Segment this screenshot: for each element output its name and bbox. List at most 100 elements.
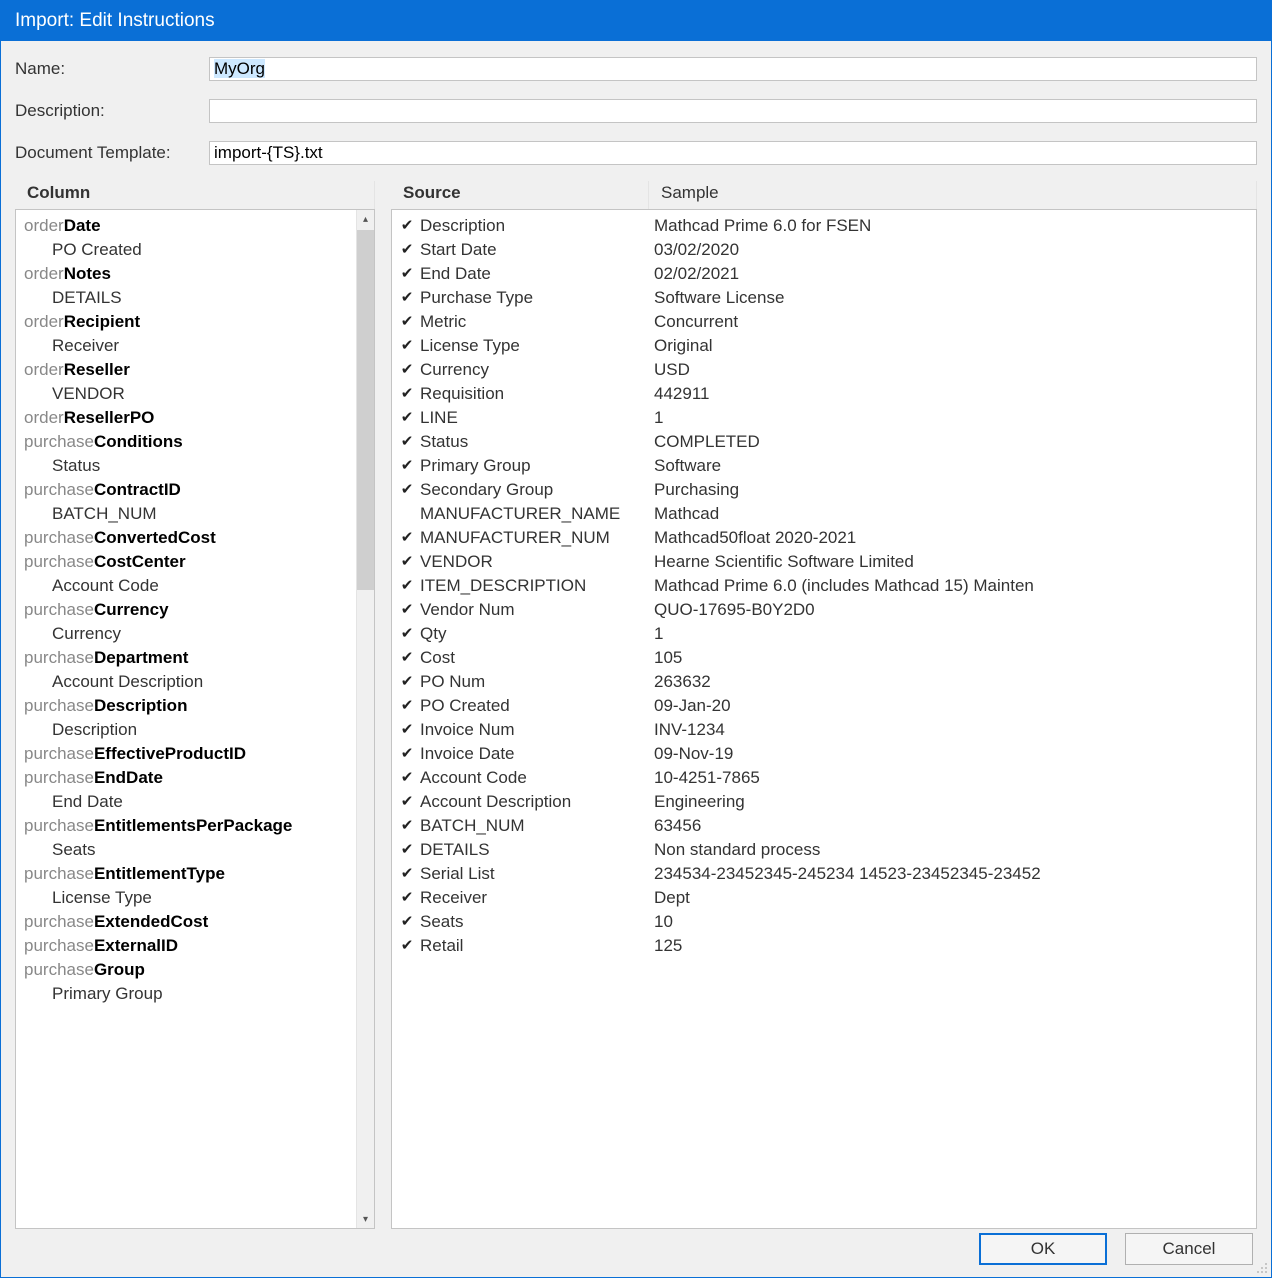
column-listbox[interactable]: orderDatePO CreatedorderNotesDETAILSorde… bbox=[15, 209, 375, 1229]
source-label: Cost bbox=[418, 646, 654, 670]
source-item[interactable]: MANUFACTURER_NAMEMathcad bbox=[396, 502, 1256, 526]
description-input[interactable] bbox=[209, 99, 1257, 123]
column-item[interactable]: purchaseDescription bbox=[20, 694, 374, 718]
source-header[interactable]: Source bbox=[391, 181, 649, 209]
column-child[interactable]: BATCH_NUM bbox=[20, 502, 374, 526]
source-item[interactable]: ✔VENDORHearne Scientific Software Limite… bbox=[396, 550, 1256, 574]
column-child[interactable]: End Date bbox=[20, 790, 374, 814]
column-item[interactable]: orderRecipient bbox=[20, 310, 374, 334]
name-input[interactable]: MyOrg bbox=[209, 57, 1257, 81]
source-item[interactable]: ✔Retail125 bbox=[396, 934, 1256, 958]
check-icon: ✔ bbox=[396, 790, 418, 814]
source-item[interactable]: ✔Requisition442911 bbox=[396, 382, 1256, 406]
source-item[interactable]: ✔BATCH_NUM63456 bbox=[396, 814, 1256, 838]
column-item[interactable]: purchaseCostCenter bbox=[20, 550, 374, 574]
column-item[interactable]: purchaseExternalID bbox=[20, 934, 374, 958]
source-item[interactable]: ✔CurrencyUSD bbox=[396, 358, 1256, 382]
column-child[interactable]: Seats bbox=[20, 838, 374, 862]
scroll-thumb[interactable] bbox=[357, 230, 374, 590]
source-item[interactable]: ✔Secondary GroupPurchasing bbox=[396, 478, 1256, 502]
source-item[interactable]: ✔Purchase TypeSoftware License bbox=[396, 286, 1256, 310]
source-item[interactable]: ✔Account DescriptionEngineering bbox=[396, 790, 1256, 814]
ok-button[interactable]: OK bbox=[979, 1233, 1107, 1265]
resize-grip[interactable] bbox=[1255, 1261, 1269, 1275]
source-item[interactable]: ✔Serial List234534-23452345-245234 14523… bbox=[396, 862, 1256, 886]
source-item[interactable]: ✔PO Created09-Jan-20 bbox=[396, 694, 1256, 718]
source-sample: Non standard process bbox=[654, 838, 820, 862]
source-item[interactable]: ✔Qty1 bbox=[396, 622, 1256, 646]
source-listbox[interactable]: ✔DescriptionMathcad Prime 6.0 for FSEN✔S… bbox=[391, 209, 1257, 1229]
source-sample: 63456 bbox=[654, 814, 701, 838]
column-item[interactable]: purchaseEndDate bbox=[20, 766, 374, 790]
source-item[interactable]: ✔MANUFACTURER_NUMMathcad50float 2020-202… bbox=[396, 526, 1256, 550]
source-item[interactable]: ✔Cost105 bbox=[396, 646, 1256, 670]
source-item[interactable]: ✔Invoice Date09-Nov-19 bbox=[396, 742, 1256, 766]
source-item[interactable]: ✔Invoice NumINV-1234 bbox=[396, 718, 1256, 742]
source-label: PO Num bbox=[418, 670, 654, 694]
source-item[interactable]: ✔Account Code10-4251-7865 bbox=[396, 766, 1256, 790]
column-item[interactable]: purchaseConditions bbox=[20, 430, 374, 454]
source-item[interactable]: ✔ITEM_DESCRIPTIONMathcad Prime 6.0 (incl… bbox=[396, 574, 1256, 598]
column-child[interactable]: Status bbox=[20, 454, 374, 478]
source-item[interactable]: ✔End Date02/02/2021 bbox=[396, 262, 1256, 286]
column-item[interactable]: purchaseEntitlementType bbox=[20, 862, 374, 886]
scroll-down-icon[interactable]: ▾ bbox=[357, 1210, 374, 1228]
source-item[interactable]: ✔DescriptionMathcad Prime 6.0 for FSEN bbox=[396, 214, 1256, 238]
column-item[interactable]: purchaseEntitlementsPerPackage bbox=[20, 814, 374, 838]
source-item[interactable]: ✔License TypeOriginal bbox=[396, 334, 1256, 358]
column-child[interactable]: Primary Group bbox=[20, 982, 374, 1006]
sample-header[interactable]: Sample bbox=[649, 181, 1257, 209]
column-child[interactable]: License Type bbox=[20, 886, 374, 910]
column-child[interactable]: DETAILS bbox=[20, 286, 374, 310]
column-child[interactable]: Description bbox=[20, 718, 374, 742]
template-value: import-{TS}.txt bbox=[214, 143, 323, 162]
column-child[interactable]: Account Description bbox=[20, 670, 374, 694]
source-sample: 234534-23452345-245234 14523-23452345-23… bbox=[654, 862, 1041, 886]
column-item[interactable]: purchaseEffectiveProductID bbox=[20, 742, 374, 766]
source-sample: Dept bbox=[654, 886, 690, 910]
column-item[interactable]: purchaseConvertedCost bbox=[20, 526, 374, 550]
check-icon: ✔ bbox=[396, 742, 418, 766]
column-item[interactable]: purchaseContractID bbox=[20, 478, 374, 502]
source-item[interactable]: ✔StatusCOMPLETED bbox=[396, 430, 1256, 454]
source-sample: Purchasing bbox=[654, 478, 739, 502]
column-child[interactable]: Currency bbox=[20, 622, 374, 646]
column-item[interactable]: orderReseller bbox=[20, 358, 374, 382]
source-label: MANUFACTURER_NAME bbox=[418, 502, 654, 526]
source-item[interactable]: ✔Seats10 bbox=[396, 910, 1256, 934]
column-child[interactable]: Receiver bbox=[20, 334, 374, 358]
column-item[interactable]: purchaseDepartment bbox=[20, 646, 374, 670]
check-icon: ✔ bbox=[396, 910, 418, 934]
source-item[interactable]: ✔ReceiverDept bbox=[396, 886, 1256, 910]
source-item[interactable]: ✔MetricConcurrent bbox=[396, 310, 1256, 334]
column-child[interactable]: VENDOR bbox=[20, 382, 374, 406]
column-item[interactable]: orderNotes bbox=[20, 262, 374, 286]
column-child[interactable]: Account Code bbox=[20, 574, 374, 598]
row-template: Document Template: import-{TS}.txt bbox=[15, 141, 1257, 165]
source-label: Start Date bbox=[418, 238, 654, 262]
source-label: Invoice Num bbox=[418, 718, 654, 742]
template-input[interactable]: import-{TS}.txt bbox=[209, 141, 1257, 165]
source-sample: Mathcad bbox=[654, 502, 719, 526]
source-item[interactable]: ✔DETAILSNon standard process bbox=[396, 838, 1256, 862]
source-item[interactable]: ✔Vendor NumQUO-17695-B0Y2D0 bbox=[396, 598, 1256, 622]
column-item[interactable]: purchaseExtendedCost bbox=[20, 910, 374, 934]
titlebar[interactable]: Import: Edit Instructions bbox=[1, 1, 1271, 41]
column-header[interactable]: Column bbox=[15, 181, 375, 209]
source-sample: 10-4251-7865 bbox=[654, 766, 760, 790]
column-item[interactable]: purchaseGroup bbox=[20, 958, 374, 982]
source-item[interactable]: ✔Primary GroupSoftware bbox=[396, 454, 1256, 478]
source-item[interactable]: ✔Start Date03/02/2020 bbox=[396, 238, 1256, 262]
source-sample: INV-1234 bbox=[654, 718, 725, 742]
source-item[interactable]: ✔LINE1 bbox=[396, 406, 1256, 430]
cancel-button[interactable]: Cancel bbox=[1125, 1233, 1253, 1265]
source-item[interactable]: ✔PO Num263632 bbox=[396, 670, 1256, 694]
column-item[interactable]: orderResellerPO bbox=[20, 406, 374, 430]
column-child[interactable]: PO Created bbox=[20, 238, 374, 262]
column-scrollbar[interactable]: ▴ ▾ bbox=[356, 210, 374, 1228]
column-item[interactable]: purchaseCurrency bbox=[20, 598, 374, 622]
column-item[interactable]: orderDate bbox=[20, 214, 374, 238]
grid-area: Column orderDatePO CreatedorderNotesDETA… bbox=[15, 181, 1257, 1229]
check-icon: ✔ bbox=[396, 814, 418, 838]
scroll-up-icon[interactable]: ▴ bbox=[357, 210, 374, 228]
